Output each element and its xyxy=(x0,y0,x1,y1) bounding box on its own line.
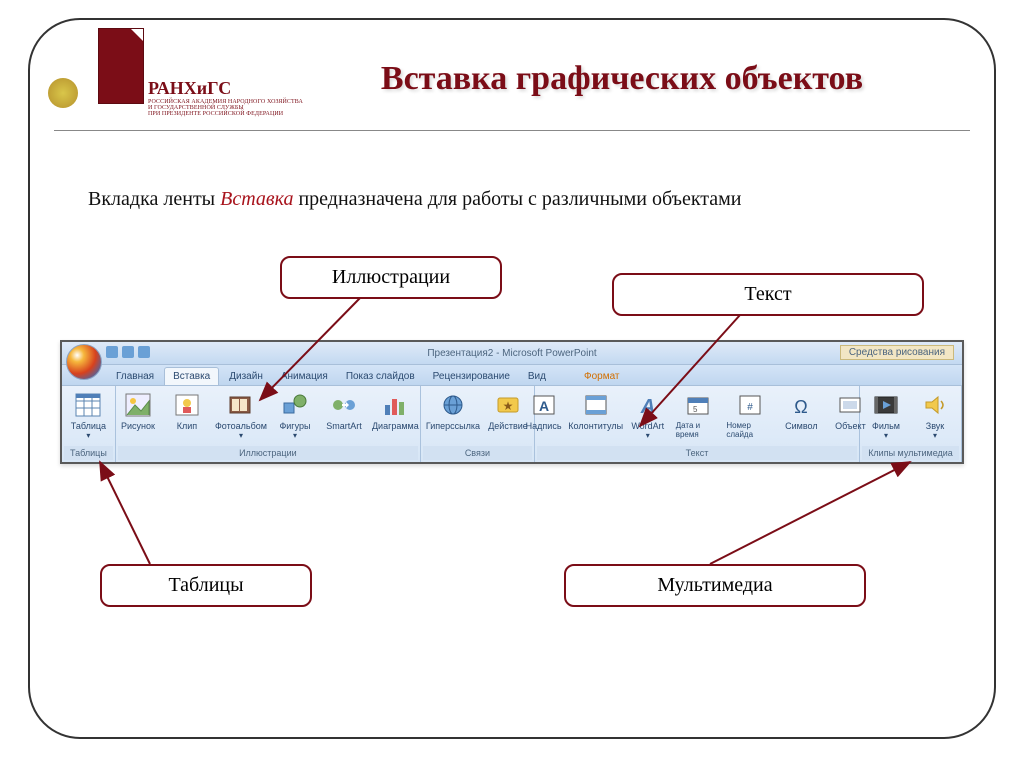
group-illustrations: Рисунок Клип Фотоальбом▾ Фигуры▾ SmartAr… xyxy=(116,386,421,462)
tab-format[interactable]: Формат xyxy=(576,368,628,385)
emblem-icon xyxy=(48,78,78,108)
btn-hyperlink[interactable]: Гиперссылка xyxy=(423,389,483,433)
slide-description: Вкладка ленты Вставка предназначена для … xyxy=(88,186,742,213)
title-underline xyxy=(54,130,970,131)
powerpoint-ribbon: Презентация2 - Microsoft PowerPoint Сред… xyxy=(60,340,964,464)
btn-headerfooter[interactable]: Колонтитулы xyxy=(569,389,623,433)
photoalbum-icon xyxy=(227,391,255,419)
group-label-media: Клипы мультимедиа xyxy=(862,446,959,460)
callout-text: Текст xyxy=(612,273,924,316)
tab-home[interactable]: Главная xyxy=(108,368,162,385)
btn-wordart[interactable]: A WordArt▾ xyxy=(624,389,672,442)
btn-picture[interactable]: Рисунок xyxy=(114,389,162,433)
group-label-illustrations: Иллюстрации xyxy=(118,446,418,460)
svg-text:A: A xyxy=(539,398,549,414)
svg-text:#: # xyxy=(747,402,753,413)
headerfooter-icon xyxy=(582,391,610,419)
hyperlink-icon xyxy=(439,391,467,419)
btn-symbol[interactable]: Ω Символ xyxy=(777,389,825,433)
window-titlebar: Презентация2 - Microsoft PowerPoint Сред… xyxy=(62,342,962,365)
svg-text:A: A xyxy=(640,396,655,417)
svg-text:Ω: Ω xyxy=(795,397,808,417)
svg-text:★: ★ xyxy=(503,399,514,413)
group-label-tables: Таблицы xyxy=(64,446,113,460)
slide-title: Вставка графических объектов xyxy=(280,60,964,98)
btn-shapes[interactable]: Фигуры▾ xyxy=(271,389,319,442)
group-label-links: Связи xyxy=(423,446,532,460)
group-text: A Надпись Колонтитулы A WordArt▾ 5 Дата … xyxy=(535,386,860,462)
btn-sound[interactable]: Звук▾ xyxy=(911,389,959,442)
logo-subtitle: РОССИЙСКАЯ АКАДЕМИЯ НАРОДНОГО ХОЗЯЙСТВАИ… xyxy=(148,99,303,117)
group-tables: Таблица▾ Таблицы xyxy=(62,386,116,462)
tab-design[interactable]: Дизайн xyxy=(221,368,271,385)
callout-multimedia: Мультимедиа xyxy=(564,564,866,607)
symbol-icon: Ω xyxy=(787,391,815,419)
group-links: Гиперссылка ★ Действие Связи xyxy=(421,386,535,462)
btn-chart[interactable]: Диаграмма xyxy=(369,389,422,433)
tab-animation[interactable]: Анимация xyxy=(273,368,336,385)
tab-review[interactable]: Рецензирование xyxy=(425,368,518,385)
btn-smartart[interactable]: SmartArt xyxy=(320,389,368,433)
smartart-icon xyxy=(330,391,358,419)
movie-icon xyxy=(872,391,900,419)
tab-view[interactable]: Вид xyxy=(520,368,554,385)
group-media: Фильм▾ Звук▾ Клипы мультимедиа xyxy=(860,386,962,462)
wordart-icon: A xyxy=(634,391,662,419)
chart-icon xyxy=(381,391,409,419)
tab-slideshow[interactable]: Показ слайдов xyxy=(338,368,423,385)
context-tab-title: Средства рисования xyxy=(840,345,954,360)
ribbon-tabs: Главная Вставка Дизайн Анимация Показ сл… xyxy=(62,365,962,386)
tab-insert[interactable]: Вставка xyxy=(164,367,219,385)
table-icon xyxy=(74,391,102,419)
btn-movie[interactable]: Фильм▾ xyxy=(862,389,910,442)
btn-clip[interactable]: Клип xyxy=(163,389,211,433)
picture-icon xyxy=(124,391,152,419)
callout-illustrations: Иллюстрации xyxy=(280,256,502,299)
btn-datetime[interactable]: 5 Дата и время xyxy=(673,389,723,441)
group-label-text: Текст xyxy=(537,446,857,460)
btn-textbox[interactable]: A Надпись xyxy=(520,389,568,433)
ribbon-body: Таблица▾ Таблицы Рисунок Клип Фотоальбом… xyxy=(62,386,962,462)
btn-slidenum[interactable]: # Номер слайда xyxy=(723,389,776,441)
textbox-icon: A xyxy=(530,391,558,419)
window-title: Презентация2 - Microsoft PowerPoint xyxy=(62,348,962,359)
logo-book-icon xyxy=(98,28,144,104)
action-icon: ★ xyxy=(494,391,522,419)
slidenum-icon: # xyxy=(736,391,764,419)
office-button[interactable] xyxy=(66,344,102,380)
btn-photoalbum[interactable]: Фотоальбом▾ xyxy=(212,389,270,442)
callout-tables: Таблицы xyxy=(100,564,312,607)
shapes-icon xyxy=(281,391,309,419)
sound-icon xyxy=(921,391,949,419)
datetime-icon: 5 xyxy=(684,391,712,419)
svg-text:5: 5 xyxy=(693,405,698,414)
btn-table[interactable]: Таблица▾ xyxy=(64,389,112,442)
clip-icon xyxy=(173,391,201,419)
